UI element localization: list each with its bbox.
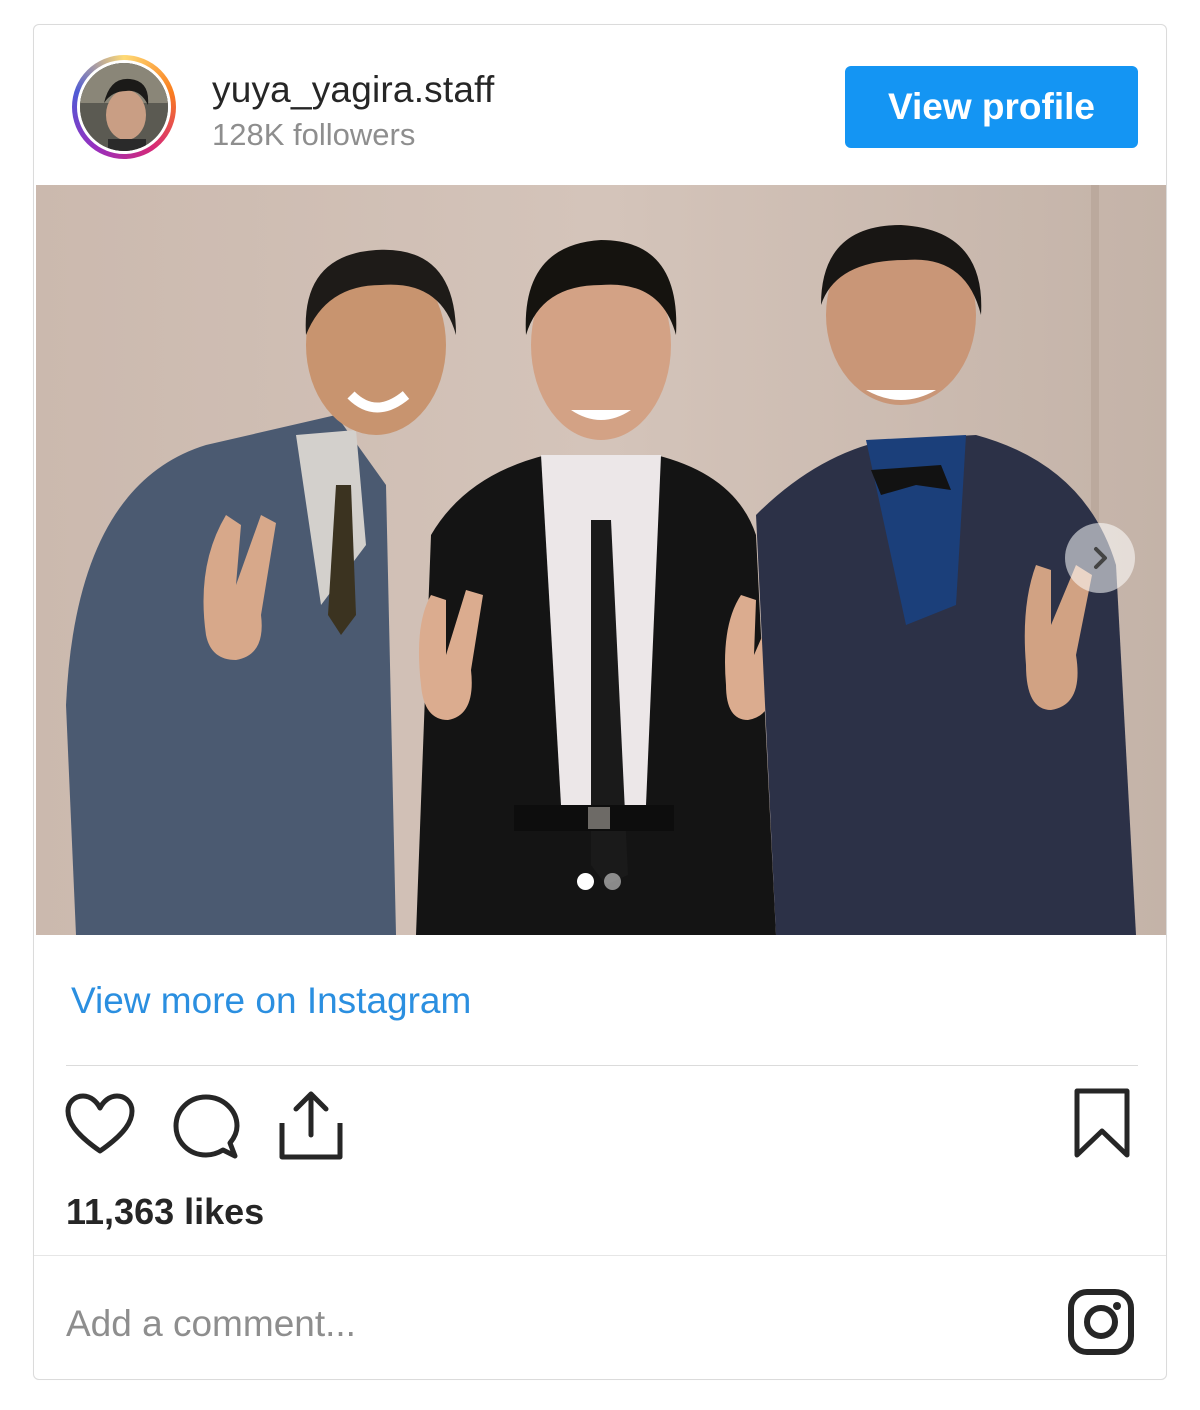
bookmark-icon — [1074, 1088, 1130, 1158]
avatar-story-ring[interactable] — [72, 55, 176, 159]
heart-icon — [65, 1093, 135, 1154]
avatar[interactable] — [77, 60, 171, 154]
add-comment-input[interactable]: Add a comment... — [66, 1303, 356, 1345]
bookmark-button[interactable] — [1072, 1087, 1132, 1164]
divider — [34, 1255, 1166, 1256]
like-count: 11,363 likes — [66, 1191, 265, 1232]
action-bar — [34, 1085, 1166, 1165]
divider — [66, 1065, 1138, 1066]
username[interactable]: yuya_yagira.staff — [212, 69, 494, 111]
instagram-embed-card: yuya_yagira.staff 128K followers View pr… — [33, 24, 1167, 1380]
group-photo-illustration — [36, 185, 1166, 935]
carousel-indicator — [577, 873, 621, 890]
carousel-dot — [604, 873, 621, 890]
view-more-link[interactable]: View more on Instagram — [71, 980, 471, 1022]
share-button[interactable] — [278, 1089, 344, 1166]
carousel-next-button[interactable] — [1065, 523, 1135, 593]
chevron-right-icon — [1094, 547, 1107, 569]
comment-button[interactable] — [172, 1093, 240, 1166]
instagram-logo-icon[interactable] — [1066, 1287, 1136, 1357]
post-photo[interactable] — [36, 185, 1166, 935]
comment-icon — [173, 1094, 240, 1159]
instagram-glyph — [1068, 1289, 1134, 1355]
follower-count: 128K followers — [212, 117, 416, 152]
share-icon — [279, 1091, 343, 1160]
like-button[interactable] — [64, 1093, 136, 1162]
carousel-dot-active — [577, 873, 594, 890]
avatar-image — [80, 63, 168, 151]
view-profile-button[interactable]: View profile — [845, 66, 1138, 148]
post-header: yuya_yagira.staff 128K followers View pr… — [34, 25, 1166, 185]
